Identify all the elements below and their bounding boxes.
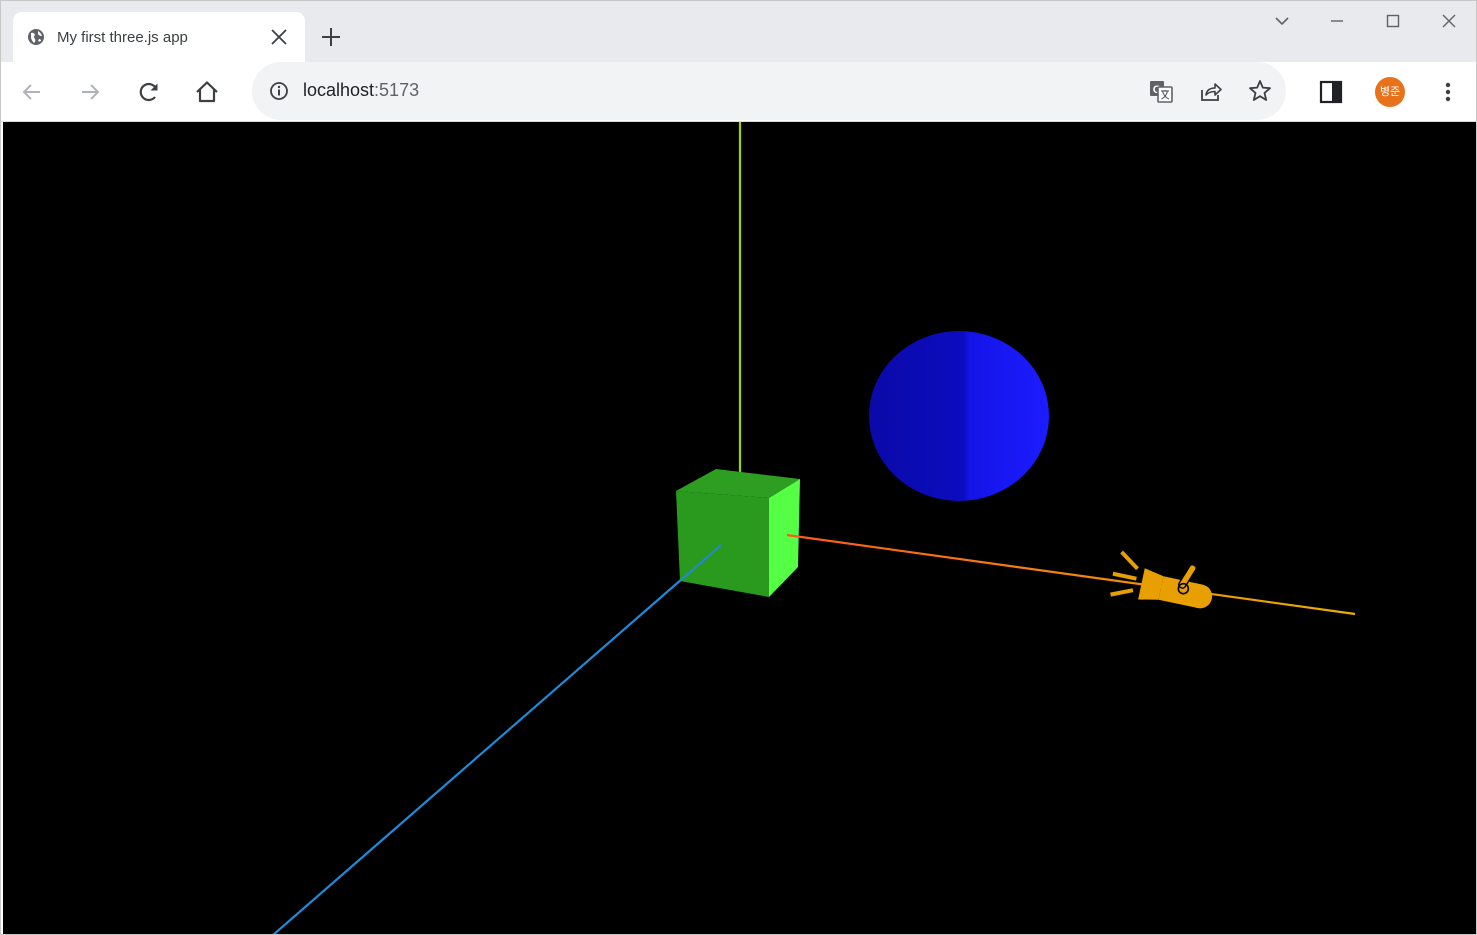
tab-title: My first three.js app [57, 29, 188, 46]
tab-active[interactable]: My first three.js app [13, 12, 305, 62]
tab-search-chevron-icon[interactable] [1270, 9, 1294, 33]
profile-avatar[interactable]: 병준 [1375, 77, 1405, 107]
home-icon[interactable] [193, 78, 221, 106]
x-axis-line [786, 533, 1356, 616]
webgl-canvas[interactable] [3, 122, 1476, 934]
translate-icon[interactable]: G [1148, 78, 1174, 104]
reload-icon[interactable] [135, 78, 163, 106]
minimize-icon[interactable] [1325, 9, 1349, 33]
url-port: :5173 [374, 80, 420, 100]
close-tab-icon[interactable] [269, 27, 289, 47]
new-tab-icon[interactable] [319, 25, 343, 49]
cube-mesh [676, 469, 800, 597]
z-axis-line [272, 544, 722, 934]
toolbar: localhost:5173 G 병준 [1, 62, 1476, 122]
close-window-icon[interactable] [1437, 9, 1461, 33]
back-arrow-icon[interactable] [18, 78, 46, 106]
forward-arrow-icon[interactable] [76, 78, 104, 106]
info-icon[interactable] [269, 81, 289, 101]
address-bar[interactable]: localhost:5173 G [252, 62, 1286, 120]
browser-window: My first three.js app localhost:5173 G 병… [0, 0, 1477, 935]
maximize-icon[interactable] [1381, 9, 1405, 33]
globe-icon [27, 28, 45, 46]
bookmark-star-icon[interactable] [1247, 78, 1273, 104]
side-panel-icon[interactable] [1317, 78, 1345, 106]
more-menu-icon[interactable] [1434, 78, 1462, 106]
share-icon[interactable] [1198, 78, 1224, 104]
sphere-mesh [869, 331, 1049, 501]
tab-strip: My first three.js app [1, 1, 1476, 62]
url-host: localhost [303, 80, 375, 100]
url-text[interactable]: localhost:5173 [303, 80, 419, 101]
